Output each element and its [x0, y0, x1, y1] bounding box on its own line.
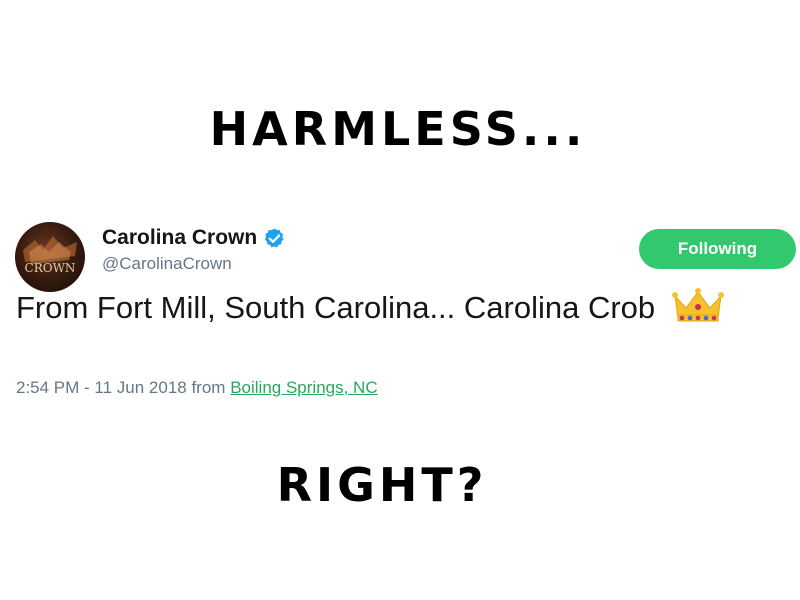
tweet-timestamp[interactable]: 2:54 PM - 11 Jun 2018 from [16, 378, 225, 397]
avatar[interactable]: CROWN [15, 222, 85, 292]
top-caption: HARMLESS... [209, 102, 587, 156]
tweet-card: CROWN Carolina Crown @CarolinaCrown Foll… [0, 220, 800, 410]
timestamp-row: 2:54 PM - 11 Jun 2018 from Boiling Sprin… [16, 378, 378, 398]
avatar-image: CROWN [23, 236, 77, 275]
following-button[interactable]: Following [639, 229, 796, 269]
crown-icon [671, 288, 724, 322]
verified-badge-icon [265, 227, 284, 247]
location-link[interactable]: Boiling Springs, NC [230, 378, 377, 397]
user-handle[interactable]: @CarolinaCrown [102, 254, 232, 274]
tweet-text: From Fort Mill, South Carolina... Caroli… [16, 288, 786, 328]
display-name-row: Carolina Crown [102, 224, 286, 252]
tweet-body: From Fort Mill, South Carolina... Caroli… [16, 290, 656, 325]
bottom-caption: RIGHT? [276, 458, 488, 512]
display-name[interactable]: Carolina Crown [102, 226, 257, 250]
avatar-wordmark: CROWN [25, 261, 76, 275]
